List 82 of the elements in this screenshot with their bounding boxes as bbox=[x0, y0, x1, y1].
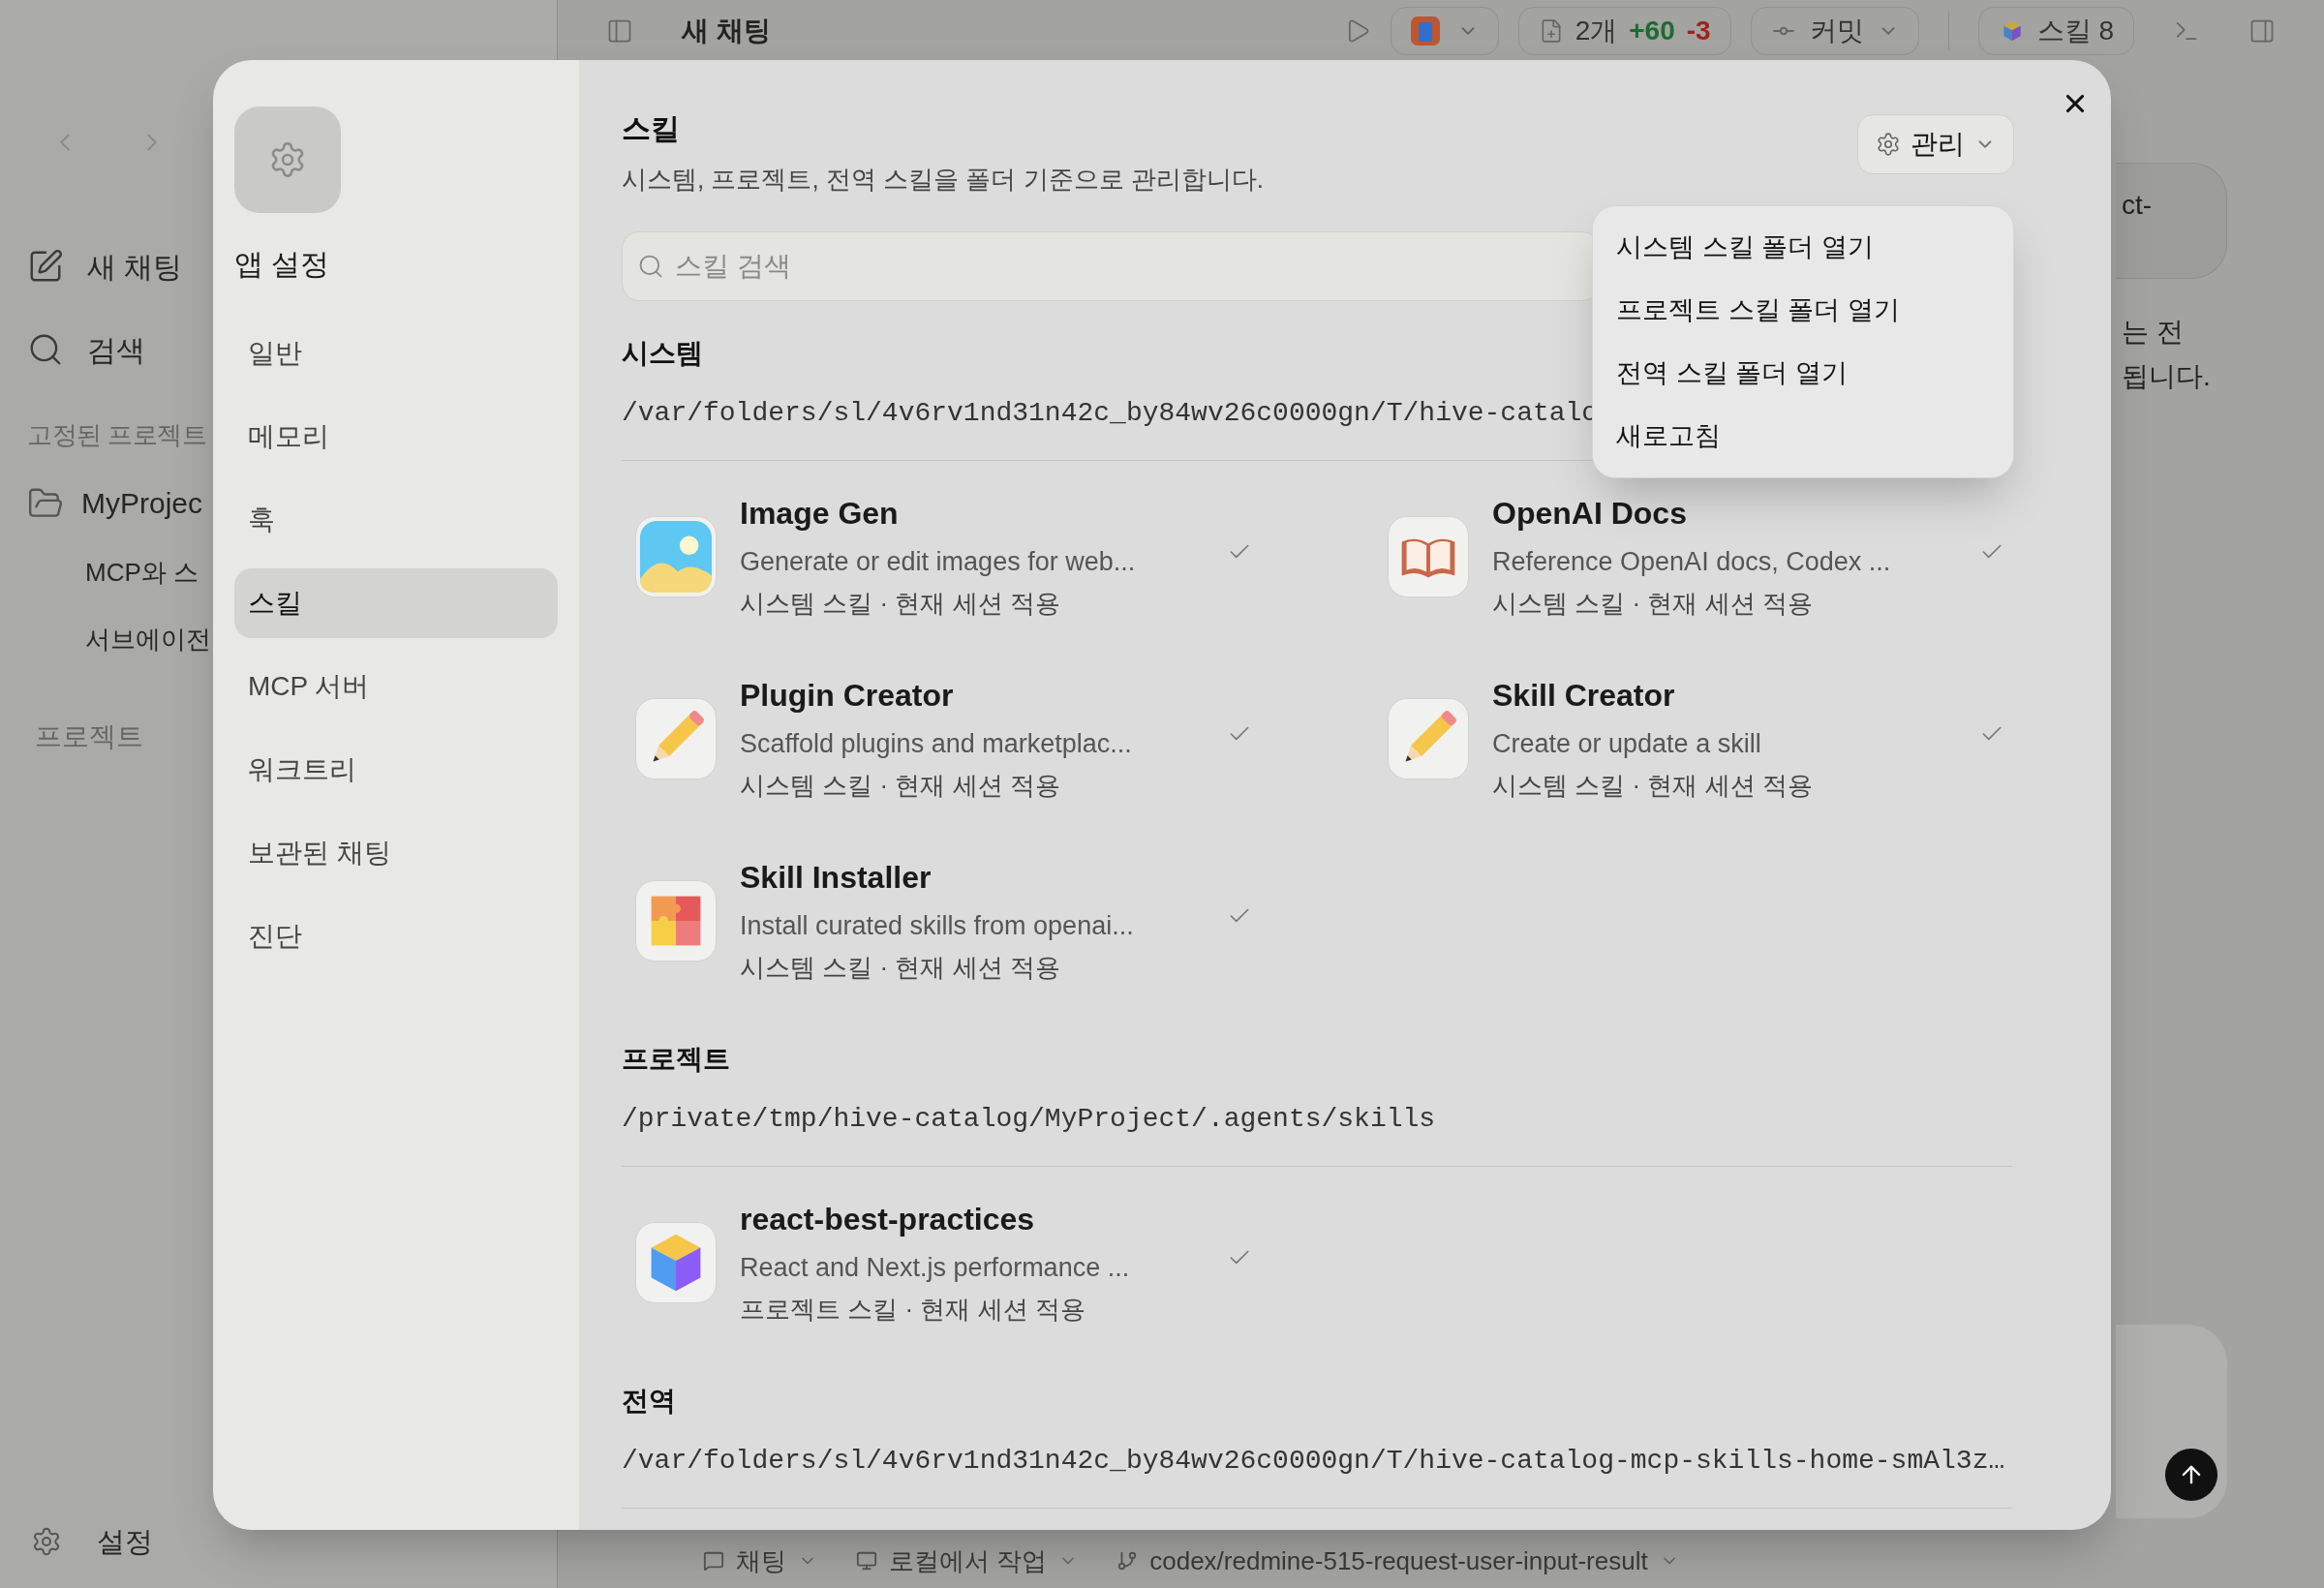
app-icon bbox=[1410, 16, 1440, 46]
skill-description: Scaffold plugins and marketplac... bbox=[740, 728, 1133, 760]
nav-item[interactable]: 워크트리 bbox=[234, 735, 558, 805]
skill-name: Image Gen bbox=[740, 495, 900, 533]
section-title: 전역 bbox=[622, 1385, 676, 1418]
skill-meta: 프로젝트 스킬 · 현재 세션 적용 bbox=[740, 1294, 1086, 1326]
page-subtitle: 시스템, 프로젝트, 전역 스킬을 폴더 기준으로 관리합니다. bbox=[622, 164, 1264, 196]
menu-item[interactable]: 프로젝트 스킬 폴더 열기 bbox=[1603, 279, 2003, 342]
skill-meta: 시스템 스킬 · 현재 세션 적용 bbox=[740, 588, 1061, 620]
folder-path: /var/folders/sl/4v6rv1nd31n42c_by84wv26c0000gn/T/hive-catalo bbox=[622, 397, 1599, 430]
image-icon bbox=[635, 516, 717, 597]
section-heading: 프로젝트 bbox=[35, 720, 143, 753]
skill-description: Generate or edit images for web... bbox=[740, 546, 1137, 578]
sidebar-item[interactable]: 검색 bbox=[87, 327, 145, 372]
manage-button[interactable]: 관리 bbox=[1857, 114, 2014, 174]
skill-meta: 시스템 스킬 · 현재 세션 적용 bbox=[1492, 770, 1814, 802]
settings-link[interactable]: 설정 bbox=[97, 1520, 153, 1563]
send-button[interactable] bbox=[2165, 1449, 2217, 1501]
added-lines: +60 bbox=[1629, 15, 1675, 47]
nav-item[interactable]: 진단 bbox=[234, 901, 558, 971]
nav-title: 앱 설정 bbox=[234, 247, 331, 282]
pencil-icon bbox=[635, 698, 717, 779]
skill-description: Create or update a skill bbox=[1492, 728, 1762, 760]
branch-icon bbox=[1116, 1550, 1139, 1572]
folder-path: /private/tmp/hive-catalog/MyProject/.agents/skills bbox=[622, 1103, 1436, 1136]
sidebar-item[interactable]: 새 채팅 bbox=[87, 244, 183, 289]
cube-icon bbox=[635, 1222, 717, 1303]
chat-item[interactable]: 서브에이전 bbox=[85, 621, 211, 658]
message-bubble: ct- bbox=[2116, 163, 2227, 279]
composer-option[interactable]: 채팅 bbox=[736, 1542, 786, 1580]
composer[interactable] bbox=[2116, 1325, 2227, 1518]
panel-toggle-icon[interactable] bbox=[2248, 17, 2276, 45]
skill-description: React and Next.js performance ... bbox=[740, 1252, 1131, 1284]
skill-meta: 시스템 스킬 · 현재 세션 적용 bbox=[740, 952, 1061, 984]
skills-button[interactable]: 스킬 8 bbox=[1977, 7, 2134, 55]
changes-button[interactable]: 2개 +60 -3 bbox=[1517, 7, 1731, 55]
puzzle-icon bbox=[635, 880, 717, 962]
nav-item[interactable]: MCP 서버 bbox=[234, 652, 558, 721]
skill-description: Install curated skills from openai... bbox=[740, 910, 1135, 942]
skill-name: Plugin Creator bbox=[740, 677, 955, 715]
composer-option[interactable]: 로컬에서 작업 bbox=[889, 1542, 1048, 1580]
nav-item[interactable]: 일반 bbox=[234, 319, 558, 388]
removed-lines: -3 bbox=[1686, 15, 1711, 47]
skill-description: Reference OpenAI docs, Codex ... bbox=[1492, 546, 1892, 578]
nav-item[interactable]: 스킬 bbox=[234, 568, 558, 638]
folder-path: /var/folders/sl/4v6rv1nd31n42c_by84wv26c0000gn/T/hive-catalog-mcp-skills-home-smAl3z… bbox=[622, 1445, 2005, 1478]
change-count: 2개 bbox=[1575, 15, 1618, 47]
chat-title: 새 채팅 bbox=[682, 15, 771, 47]
gear-icon bbox=[1876, 132, 1901, 157]
composer-option[interactable]: codex/redmine-515-request-user-input-result bbox=[1149, 1542, 1648, 1580]
message-text: 됩니다. bbox=[2122, 360, 2212, 393]
message-text: 는 전 bbox=[2122, 316, 2185, 349]
skill-name: OpenAI Docs bbox=[1492, 495, 1688, 533]
skill-meta: 시스템 스킬 · 현재 세션 적용 bbox=[740, 770, 1061, 802]
menu-item[interactable]: 전역 스킬 폴더 열기 bbox=[1603, 342, 2003, 405]
skills-count: 스킬 8 bbox=[2036, 15, 2114, 47]
nav-item[interactable]: 메모리 bbox=[234, 402, 558, 472]
book-icon bbox=[1388, 516, 1469, 597]
pencil-icon bbox=[1388, 698, 1469, 779]
skill-name: react-best-practices bbox=[740, 1201, 1036, 1238]
page-title: 스킬 bbox=[622, 111, 681, 146]
menu-item[interactable]: 시스템 스킬 폴더 열기 bbox=[1603, 216, 2003, 279]
settings-icon bbox=[31, 1526, 62, 1558]
monitor-icon bbox=[856, 1550, 877, 1572]
chat-item[interactable]: MCP와 스 bbox=[85, 554, 199, 592]
sidebar-toggle-icon[interactable] bbox=[606, 17, 633, 45]
search-icon bbox=[637, 253, 664, 280]
skill-name: Skill Creator bbox=[1492, 677, 1676, 715]
commit-label: 커밋 bbox=[1809, 15, 1864, 47]
section-heading: 고정된 프로젝트 bbox=[27, 419, 207, 451]
commit-button[interactable]: 커밋 bbox=[1750, 7, 1919, 55]
skill-meta: 시스템 스킬 · 현재 세션 적용 bbox=[1492, 588, 1814, 620]
skill-name: Skill Installer bbox=[740, 859, 933, 897]
project-item[interactable]: MyProjec bbox=[81, 481, 203, 525]
nav-item[interactable]: 보관된 채팅 bbox=[234, 818, 558, 888]
settings-icon bbox=[234, 107, 341, 213]
chat-icon bbox=[703, 1550, 724, 1572]
app-picker-button[interactable] bbox=[1390, 7, 1499, 55]
menu-item[interactable]: 새로고침 bbox=[1603, 405, 2003, 468]
section-title: 시스템 bbox=[622, 337, 703, 370]
section-title: 프로젝트 bbox=[622, 1043, 730, 1076]
nav-item[interactable]: 훅 bbox=[234, 485, 558, 555]
